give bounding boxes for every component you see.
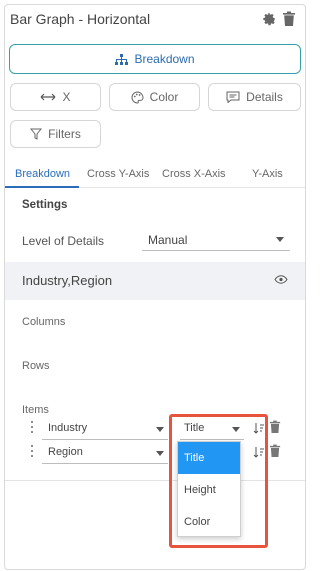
filter-icon (30, 128, 43, 140)
item-field-value: Industry (48, 422, 88, 434)
trash-icon[interactable] (269, 420, 281, 434)
level-of-details-value: Manual (148, 233, 188, 247)
sort-icon[interactable] (253, 446, 265, 458)
drag-handle-icon[interactable] (30, 445, 34, 459)
trash-icon[interactable] (269, 444, 281, 458)
comment-icon (226, 91, 240, 103)
hierarchy-icon (115, 53, 129, 65)
details-button[interactable]: Details (208, 83, 301, 111)
chevron-down-icon (156, 427, 164, 432)
level-of-details-label: Level of Details (22, 234, 105, 248)
tab-y-axis[interactable]: Y-Axis (252, 168, 283, 180)
breakdown-row[interactable]: Industry,Region (5, 262, 305, 300)
columns-label: Columns (22, 316, 66, 328)
item-field-select[interactable]: Region (42, 442, 168, 464)
chevron-down-icon (232, 427, 240, 432)
color-button-label: Color (149, 90, 179, 104)
panel-header: Bar Graph - Horizontal (10, 11, 298, 31)
panel-title: Bar Graph - Horizontal (10, 11, 151, 27)
item-role-select[interactable]: Title (180, 418, 244, 440)
palette-icon (131, 90, 144, 104)
rows-label: Rows (22, 360, 50, 372)
breakdown-name: Industry,Region (22, 273, 113, 288)
filters-button[interactable]: Filters (10, 120, 101, 148)
gear-icon[interactable] (262, 12, 276, 26)
chevron-down-icon (156, 451, 164, 456)
sort-icon[interactable] (253, 422, 265, 434)
level-of-details-select[interactable]: Manual (142, 229, 290, 251)
color-button[interactable]: Color (109, 83, 200, 111)
details-button-label: Details (246, 90, 283, 104)
breakdown-button-label: Breakdown (134, 52, 195, 66)
role-dropdown-menu: Title Height Color (177, 441, 241, 537)
dropdown-option-height[interactable]: Height (178, 474, 240, 506)
tab-bar: Breakdown Cross Y-Axis Cross X-Axis Y-Ax… (5, 164, 305, 188)
breakdown-button[interactable]: Breakdown (9, 44, 301, 74)
horizontal-arrows-icon (41, 93, 56, 101)
settings-heading: Settings (22, 199, 68, 211)
tab-cross-x-axis[interactable]: Cross X-Axis (162, 168, 226, 180)
tab-breakdown[interactable]: Breakdown (15, 168, 70, 180)
tab-cross-y-axis[interactable]: Cross Y-Axis (87, 168, 149, 180)
chevron-down-icon (276, 237, 284, 242)
items-label: Items (22, 404, 49, 416)
trash-icon[interactable] (282, 11, 296, 27)
eye-icon[interactable] (274, 275, 288, 284)
divider (5, 480, 305, 481)
x-button[interactable]: X (10, 83, 101, 111)
x-button-label: X (62, 90, 71, 104)
item-field-value: Region (48, 446, 83, 458)
filters-button-label: Filters (48, 127, 81, 141)
active-tab-indicator (5, 186, 79, 188)
drag-handle-icon[interactable] (30, 421, 34, 435)
dropdown-option-color[interactable]: Color (178, 506, 240, 538)
item-role-value: Title (184, 422, 205, 434)
dropdown-option-title[interactable]: Title (178, 442, 240, 474)
item-field-select[interactable]: Industry (42, 418, 168, 440)
